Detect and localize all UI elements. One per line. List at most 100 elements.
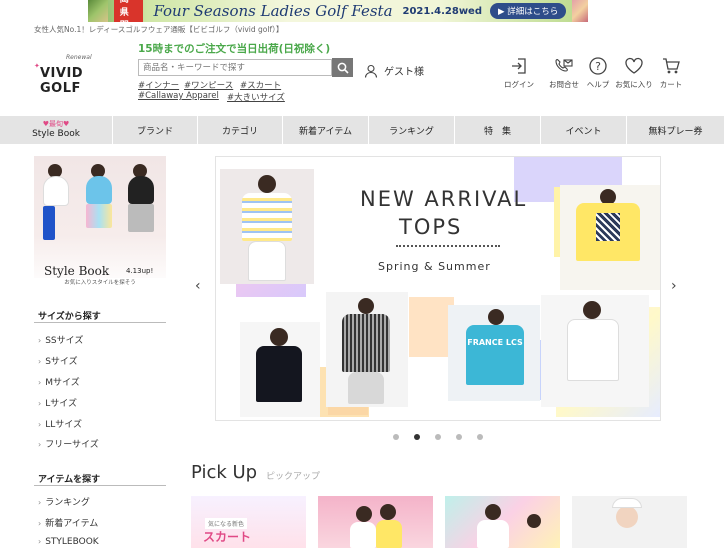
promo-location-tag: 福岡県開催 [113,0,144,22]
lcs-shirt: FRANCE LCS [466,325,524,385]
stylebook-banner[interactable]: Style Book 4.13up! お気に入りスタイルを探そう [34,156,166,288]
item-link-new[interactable]: › 新着アイテム [38,516,98,529]
keyword-link-large-size[interactable]: #大きいサイズ [227,91,285,103]
pickup-tile-skirt[interactable]: 気になる新色 スカート [191,496,306,548]
keyword-link-callaway[interactable]: #Callaway Apparel [138,91,219,101]
carousel-dot-active[interactable] [414,434,420,440]
contact-label: お問合せ [549,80,579,89]
product-photo-lcs-polo[interactable]: FRANCE LCS [448,305,540,401]
nav-item-free-play[interactable]: 無料プレー券 [627,116,724,144]
model-figure [128,204,154,232]
size-link-l[interactable]: › Lサイズ [38,396,77,409]
chevron-right-icon: › [38,519,42,528]
hero-carousel[interactable]: FRANCE LCS NEW ARRIVAL TOPS Spring & Sum… [215,156,661,421]
nav-stylebook-badge: ♥最旬♥ [42,120,70,128]
guest-label: ゲスト様 [384,67,424,78]
product-photo-white-top[interactable] [541,295,649,407]
contact-icon [555,59,573,72]
item-link-stylebook[interactable]: › STYLEBOOK [38,537,99,547]
model-head [270,328,288,346]
stylebook-banner-caption: お気に入りスタイルを探そう [34,278,166,288]
chevron-right-icon: › [38,357,42,366]
keyword-link-onepiece[interactable]: #ワンピース [184,79,233,91]
nav-item-category[interactable]: カテゴリ [198,116,283,144]
chevron-right-icon: › [38,537,42,546]
carousel-dot[interactable] [477,434,483,440]
guest-account[interactable]: ゲスト様 [364,63,424,78]
site-logo[interactable]: ✦ Renewal VIVID GOLF [34,54,126,96]
model-figure [477,520,509,548]
nav-item-events[interactable]: イベント [541,116,627,144]
product-photo-print-tee[interactable] [560,185,660,290]
favorites-button[interactable]: お気に入り [614,56,654,90]
cart-label: カート [659,80,683,89]
size-section-title: サイズから探す [38,312,101,322]
global-nav: ♥最旬♥ Style Book ブランド カテゴリ 新着アイテム ランキング 特… [0,116,724,144]
yellow-tee [576,203,640,261]
carousel-dot[interactable] [456,434,462,440]
model-head [527,514,541,528]
chevron-right-icon: › [38,336,42,345]
model-figure [128,176,154,204]
pickup-tile-2[interactable] [318,496,433,548]
model-head [380,504,396,520]
striped-shirt [242,193,292,241]
nav-item-stylebook[interactable]: ♥最旬♥ Style Book [0,116,113,144]
model-figure [86,176,112,204]
keyword-link-skirt[interactable]: #スカート [240,79,281,91]
chevron-right-icon: › [38,440,42,449]
model-head [616,506,638,528]
model-head [258,175,276,193]
promo-banner[interactable]: 福岡県開催 Four Seasons Ladies Golf Festa 202… [88,0,588,22]
size-link-label: Lサイズ [45,399,77,409]
model-head [358,298,374,314]
promo-detail-button[interactable]: ▶ 詳細はこちら [490,3,567,19]
search-input[interactable] [138,59,332,76]
item-link-ranking[interactable]: › ランキング [38,495,90,508]
model-figure [86,204,112,228]
search-button[interactable] [332,58,353,77]
nav-item-brand[interactable]: ブランド [113,116,198,144]
size-link-s[interactable]: › Sサイズ [38,354,78,367]
model-head [583,301,601,319]
carousel-dot[interactable] [435,434,441,440]
carousel-next-arrow[interactable]: › [671,278,677,294]
divider [34,485,166,486]
size-link-label: Sサイズ [45,357,78,367]
size-link-m[interactable]: › Mサイズ [38,375,80,388]
nav-item-features[interactable]: 特 集 [455,116,541,144]
pickup-tile-3[interactable] [445,496,560,548]
login-icon [512,58,526,74]
help-button[interactable]: ? ヘルプ [578,56,618,90]
carousel-subtitle: Spring & Summer [378,260,491,273]
nav-item-new-arrivals[interactable]: 新着アイテム [283,116,369,144]
carousel-dot[interactable] [393,434,399,440]
pickup-tile-4[interactable] [572,496,687,548]
size-link-label: フリーサイズ [45,440,99,450]
carousel-prev-arrow[interactable]: ‹ [195,278,201,294]
shipping-note: 15時までのご注文で当日出荷(日祝除く) [138,43,331,55]
cart-button[interactable]: カート [651,56,691,90]
product-photo-striped-polo[interactable] [220,169,314,284]
nav-item-ranking[interactable]: ランキング [369,116,455,144]
product-photo-check-top[interactable] [326,292,408,407]
carousel-divider [396,245,500,247]
chevron-right-icon: › [38,420,42,429]
product-photo-navy-polo[interactable] [240,322,320,417]
size-link-ll[interactable]: › LLサイズ [38,417,82,430]
login-button[interactable]: ログイン [499,56,539,90]
item-link-label: 新着アイテム [45,519,99,529]
nav-stylebook-label: Style Book [32,129,80,139]
model-head [356,506,372,522]
carousel-pager [393,434,498,440]
chevron-right-icon: › [38,378,42,387]
promo-title: Four Seasons Ladies Golf Festa [153,2,393,20]
white-blouse [567,319,619,381]
size-link-label: SSサイズ [45,336,84,346]
pickup-tile-label: スカート [203,530,252,544]
size-link-ss[interactable]: › SSサイズ [38,333,83,346]
light-skirt [348,372,384,404]
heart-icon [625,57,643,74]
size-link-free[interactable]: › フリーサイズ [38,437,99,450]
keyword-link-inner[interactable]: #インナー [138,79,179,91]
